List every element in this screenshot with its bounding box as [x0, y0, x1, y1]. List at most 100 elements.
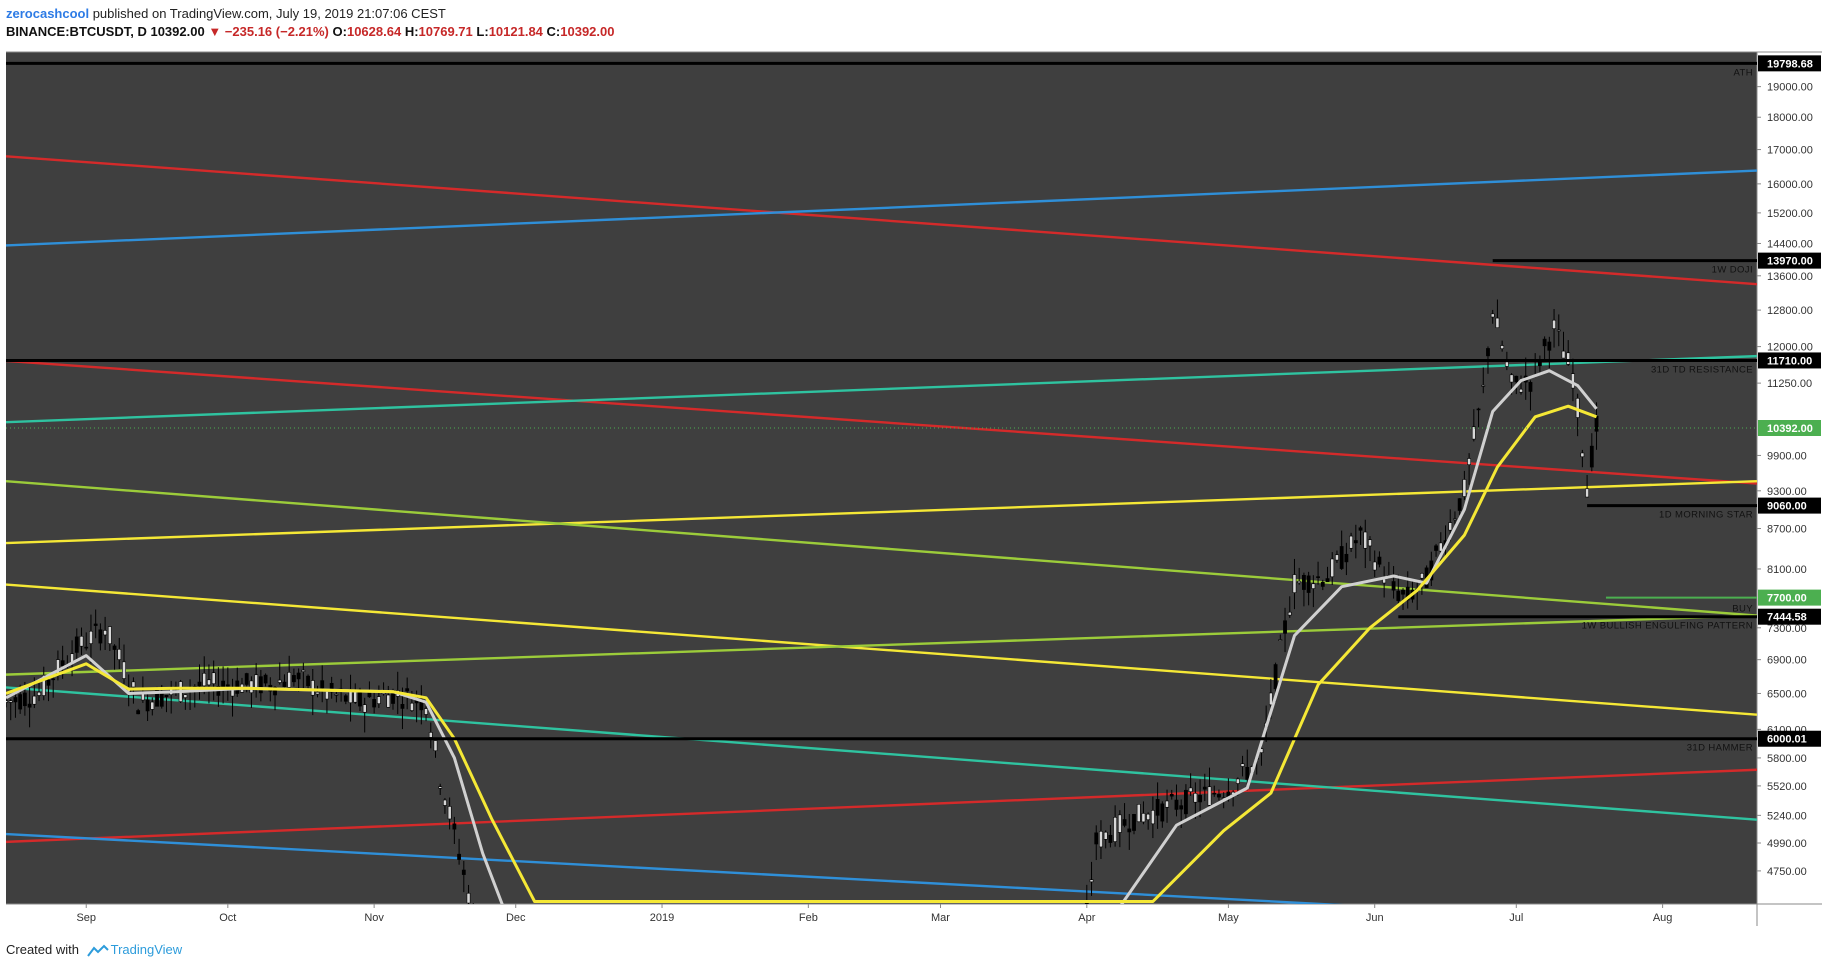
y-tick-label: 4750.00 [1767, 866, 1807, 878]
candle-body [18, 694, 23, 710]
candle-body [1207, 786, 1212, 806]
candle-body [244, 673, 249, 685]
candle-body [1113, 817, 1118, 842]
candle-body [225, 684, 230, 687]
candle-body [84, 646, 89, 649]
x-tick-label: Feb [799, 912, 818, 924]
candle-body [150, 701, 155, 710]
candle-body [37, 691, 41, 696]
y-tick-label: 6500.00 [1767, 688, 1807, 700]
level-annotation: 1W BULLISH ENGULFING PATTERN [1582, 621, 1753, 632]
candle-body [1302, 574, 1306, 590]
candle-body [122, 661, 126, 679]
level-annotation: 1W DOJI [1712, 265, 1753, 276]
candle-body [1514, 375, 1519, 383]
level-tag-label: 13970.00 [1767, 256, 1813, 268]
candle-body [8, 700, 13, 703]
created-with-label: Created with [6, 942, 79, 957]
candle-body [1335, 554, 1339, 561]
candle-body [1094, 832, 1099, 845]
candle-body [491, 939, 494, 942]
candle-body [1311, 583, 1316, 589]
candle-body [145, 699, 150, 712]
candle-body [164, 694, 169, 698]
x-tick-label: Sep [76, 912, 96, 924]
candle-body [409, 702, 414, 711]
candle-body [1193, 792, 1198, 803]
x-tick-label: 2019 [650, 912, 674, 924]
candle-body [60, 660, 65, 666]
x-tick-label: Jun [1366, 912, 1384, 924]
candle-body [1316, 576, 1320, 578]
candle-body [358, 692, 362, 707]
level-tag-label: 11710.00 [1767, 355, 1812, 367]
candle-body [1330, 558, 1335, 578]
candle-body [1198, 795, 1202, 803]
candle-body [428, 732, 433, 738]
y-tick-label: 8700.00 [1767, 524, 1807, 536]
level-annotation: 1D MORNING STAR [1659, 510, 1753, 521]
candle-body [1481, 384, 1486, 387]
candle-body [1434, 545, 1438, 551]
candle-body [277, 679, 282, 683]
candle-body [405, 688, 410, 692]
x-tick-label: May [1218, 912, 1239, 924]
candle-body [1287, 611, 1292, 616]
candle-body [1273, 664, 1278, 690]
tradingview-logo-icon [86, 944, 109, 957]
plot-area [6, 52, 1757, 904]
candle-body [103, 630, 108, 636]
x-tick-label: Dec [506, 912, 526, 924]
level-tag-label: 9060.00 [1767, 501, 1807, 513]
candle-body [1278, 639, 1283, 641]
candle-body [27, 703, 32, 708]
candle-body [1377, 556, 1382, 565]
candle-body [1476, 408, 1481, 411]
candle-body [32, 695, 37, 705]
candle-body [258, 676, 263, 694]
level-annotation: 31D TD RESISTANCE [1651, 364, 1753, 375]
candle-body [211, 672, 216, 684]
level-tag-label: 6000.01 [1767, 734, 1807, 746]
candle-body [1368, 539, 1372, 547]
candle-body [1519, 388, 1523, 393]
x-tick-label: Oct [219, 912, 236, 924]
candle-body [296, 672, 301, 680]
candle-body [1363, 531, 1368, 549]
candle-body [249, 680, 254, 694]
candle-body [51, 678, 56, 681]
candle-body [74, 636, 79, 653]
candle-body [1212, 792, 1217, 795]
price-chart[interactable]: ATH 1W DOJI 31D TD RESISTANCE 1D MORNING ST… [0, 0, 1828, 968]
candle-body [1542, 338, 1547, 347]
candle-body [1490, 313, 1495, 318]
candle-body [1500, 345, 1505, 349]
buy-level-tag-label: 7700.00 [1767, 593, 1807, 605]
candle-body [1401, 589, 1405, 595]
candle-body [1448, 522, 1453, 531]
candle-body [1438, 542, 1443, 552]
candle-body [1396, 590, 1401, 601]
candle-body [1509, 374, 1514, 383]
candle-body [320, 680, 325, 689]
last-price-tag-label: 10392.00 [1767, 423, 1813, 435]
y-tick-label: 5240.00 [1767, 810, 1807, 822]
y-tick-label: 17000.00 [1767, 145, 1813, 157]
candle-body [1245, 767, 1250, 780]
candle-body [1283, 620, 1287, 634]
candle-body [1372, 561, 1377, 571]
candle-body [1136, 804, 1141, 823]
candle-body [400, 703, 405, 709]
candle-body [1122, 819, 1127, 826]
buy-annotation: BUY [1732, 604, 1753, 615]
x-tick-label: Aug [1653, 912, 1673, 924]
y-tick-label: 12800.00 [1767, 305, 1813, 317]
candle-body [136, 710, 141, 715]
candle-body [98, 629, 103, 644]
candle-body [1179, 805, 1184, 810]
candle-body [1547, 341, 1552, 351]
candle-body [1297, 580, 1302, 584]
x-tick-label: Mar [931, 912, 950, 924]
tradingview-link[interactable]: TradingView [111, 942, 183, 957]
candle-body [1235, 778, 1240, 784]
